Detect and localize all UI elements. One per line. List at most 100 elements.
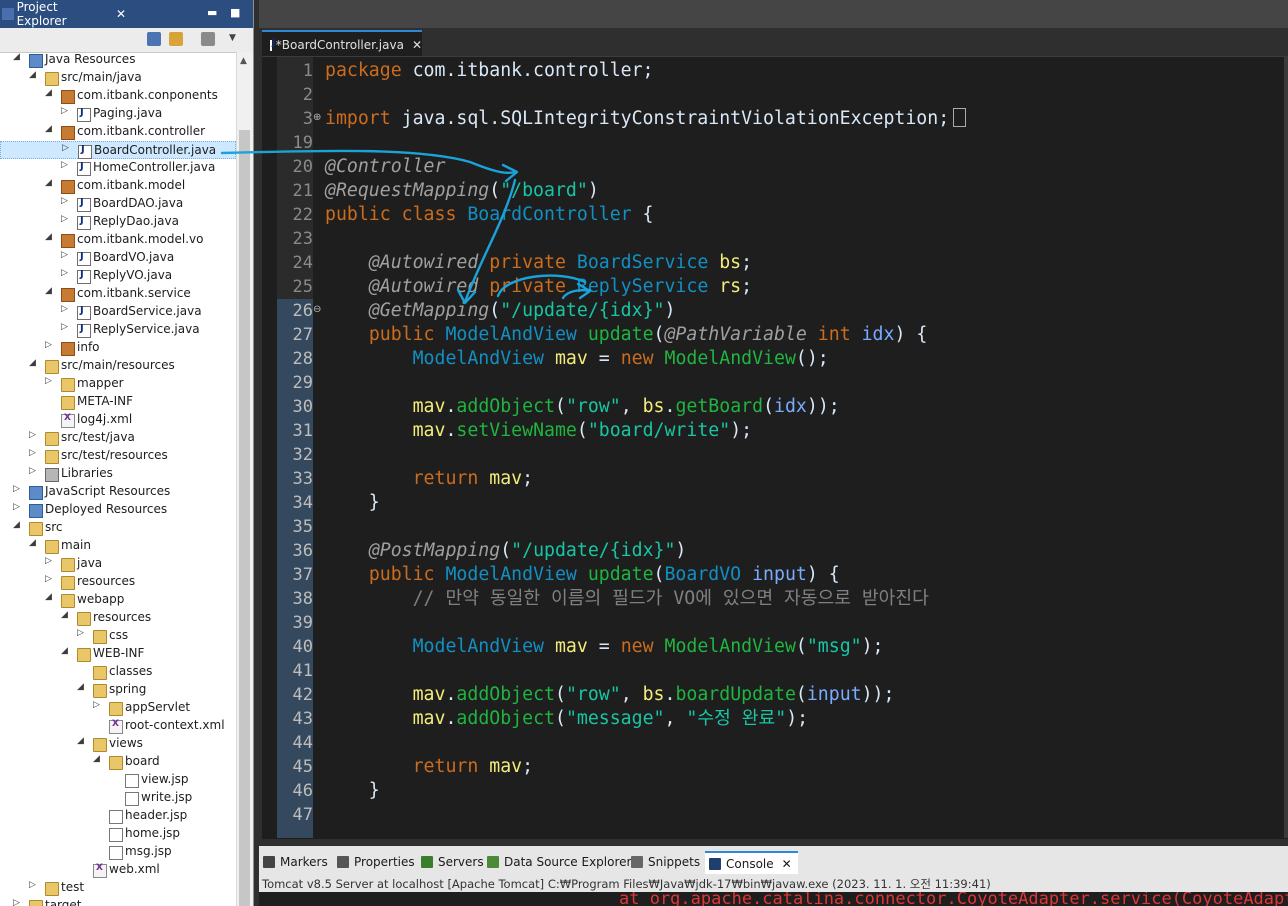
tree-item[interactable]: msg.jsp bbox=[0, 843, 236, 861]
tree-item[interactable]: ▷ JavaScript Resources bbox=[0, 483, 236, 501]
tree-item[interactable]: view.jsp bbox=[0, 771, 236, 789]
expanded-arrow-icon[interactable]: ◢ bbox=[45, 124, 55, 134]
tree-item[interactable]: ▷ resources bbox=[0, 573, 236, 591]
expanded-arrow-icon[interactable]: ◢ bbox=[29, 358, 39, 368]
tab-data-source-explorer[interactable]: Data Source Explorer bbox=[487, 853, 631, 871]
code-line[interactable]: @GetMapping("/update/{idx}") bbox=[325, 299, 676, 323]
expanded-arrow-icon[interactable]: ◢ bbox=[77, 682, 87, 692]
collapsed-arrow-icon[interactable]: ▷ bbox=[29, 466, 39, 476]
tree-item[interactable]: ▷ ReplyService.java bbox=[0, 321, 236, 339]
tab-snippets[interactable]: Snippets bbox=[631, 853, 700, 871]
expanded-arrow-icon[interactable]: ◢ bbox=[29, 70, 39, 80]
tree-item[interactable]: ◢ com.itbank.model.vo bbox=[0, 231, 236, 249]
scroll-up-icon[interactable]: ▲ bbox=[240, 56, 247, 66]
tree-item[interactable]: ◢ src/main/resources bbox=[0, 357, 236, 375]
tree-item[interactable]: classes bbox=[0, 663, 236, 681]
expanded-arrow-icon[interactable]: ◢ bbox=[45, 178, 55, 188]
tree-item[interactable]: ▷ src/test/java bbox=[0, 429, 236, 447]
code-line[interactable]: @RequestMapping("/board") bbox=[325, 179, 599, 203]
collapse-all-icon[interactable] bbox=[147, 32, 161, 46]
expanded-arrow-icon[interactable]: ◢ bbox=[93, 754, 103, 764]
code-line[interactable]: } bbox=[325, 779, 380, 803]
tree-item[interactable]: home.jsp bbox=[0, 825, 236, 843]
collapsed-arrow-icon[interactable]: ▷ bbox=[61, 106, 71, 116]
code-line[interactable]: return mav; bbox=[325, 467, 533, 491]
code-line[interactable]: ModelAndView mav = new ModelAndView(); bbox=[325, 347, 829, 371]
code-line[interactable]: mav.setViewName("board/write"); bbox=[325, 419, 752, 443]
code-line[interactable]: ModelAndView mav = new ModelAndView("msg… bbox=[325, 635, 884, 659]
close-icon[interactable]: ✕ bbox=[782, 857, 792, 871]
collapsed-arrow-icon[interactable]: ▷ bbox=[93, 700, 103, 710]
tree-item[interactable]: ◢ src bbox=[0, 519, 236, 537]
filter-icon[interactable] bbox=[201, 32, 215, 46]
collapsed-arrow-icon[interactable]: ▷ bbox=[45, 556, 55, 566]
tree-item[interactable]: ◢ Java Resources bbox=[0, 51, 236, 69]
tree-item[interactable]: ◢ com.itbank.service bbox=[0, 285, 236, 303]
tree-item[interactable]: ▷ ReplyDao.java bbox=[0, 213, 236, 231]
code-line[interactable]: @PostMapping("/update/{idx}") bbox=[325, 539, 687, 563]
collapsed-arrow-icon[interactable]: ▷ bbox=[45, 376, 55, 386]
tree-item[interactable]: ▷ BoardVO.java bbox=[0, 249, 236, 267]
code-line[interactable]: } bbox=[325, 491, 380, 515]
collapsed-arrow-icon[interactable]: ▷ bbox=[62, 143, 72, 153]
close-icon[interactable]: ✕ bbox=[116, 7, 126, 21]
expanded-arrow-icon[interactable]: ◢ bbox=[29, 538, 39, 548]
expanded-arrow-icon[interactable]: ◢ bbox=[45, 592, 55, 602]
tree-item[interactable]: ◢ WEB-INF bbox=[0, 645, 236, 663]
tree-item[interactable]: ◢ views bbox=[0, 735, 236, 753]
tree-item[interactable]: header.jsp bbox=[0, 807, 236, 825]
collapsed-arrow-icon[interactable]: ▷ bbox=[61, 196, 71, 206]
tree-item[interactable]: ▷ BoardDAO.java bbox=[0, 195, 236, 213]
expanded-arrow-icon[interactable]: ◢ bbox=[45, 88, 55, 98]
code-line[interactable]: mav.addObject("message", "수정 완료"); bbox=[325, 707, 808, 731]
collapsed-arrow-icon[interactable]: ▷ bbox=[29, 880, 39, 890]
tree-item[interactable]: ◢ board bbox=[0, 753, 236, 771]
fold-expand-icon[interactable]: ⊕ bbox=[313, 112, 321, 123]
collapsed-arrow-icon[interactable]: ▷ bbox=[61, 268, 71, 278]
tree-item[interactable]: log4j.xml bbox=[0, 411, 236, 429]
tree-item[interactable]: ◢ spring bbox=[0, 681, 236, 699]
collapsed-arrow-icon[interactable]: ▷ bbox=[77, 628, 87, 638]
editor-tab-boardcontroller[interactable]: *BoardController.java ✕ bbox=[262, 30, 422, 58]
code-line[interactable]: public ModelAndView update(@PathVariable… bbox=[325, 323, 928, 347]
tree-item[interactable]: ▷ java bbox=[0, 555, 236, 573]
code-line[interactable]: mav.addObject("row", bs.getBoard(idx)); bbox=[325, 395, 840, 419]
collapsed-arrow-icon[interactable]: ▷ bbox=[13, 484, 23, 494]
collapsed-arrow-icon[interactable]: ▷ bbox=[61, 304, 71, 314]
collapsed-imports-box[interactable] bbox=[953, 108, 967, 127]
link-with-editor-icon[interactable] bbox=[169, 32, 183, 46]
tree-item[interactable]: ▷ BoardController.java bbox=[0, 141, 236, 159]
tree-item[interactable]: ▷ HomeController.java bbox=[0, 159, 236, 177]
collapsed-arrow-icon[interactable]: ▷ bbox=[61, 322, 71, 332]
expanded-arrow-icon[interactable]: ◢ bbox=[45, 232, 55, 242]
tree-item[interactable]: ▷ BoardService.java bbox=[0, 303, 236, 321]
tab-servers[interactable]: Servers bbox=[421, 853, 484, 871]
code-line[interactable]: // 만약 동일한 이름의 필드가 VO에 있으면 자동으로 받아진다 bbox=[325, 587, 929, 611]
tree-item[interactable]: ▷ Libraries bbox=[0, 465, 236, 483]
collapsed-arrow-icon[interactable]: ▷ bbox=[29, 430, 39, 440]
tree-item[interactable]: write.jsp bbox=[0, 789, 236, 807]
tree-item[interactable]: META-INF bbox=[0, 393, 236, 411]
tree-item[interactable]: root-context.xml bbox=[0, 717, 236, 735]
tree-item[interactable]: ▷ Paging.java bbox=[0, 105, 236, 123]
expanded-arrow-icon[interactable]: ◢ bbox=[77, 736, 87, 746]
explorer-scrollbar-thumb[interactable] bbox=[239, 130, 250, 906]
tree-item[interactable]: ▷ target bbox=[0, 897, 236, 906]
collapsed-arrow-icon[interactable]: ▷ bbox=[13, 898, 23, 906]
tree-item[interactable]: ▷ appServlet bbox=[0, 699, 236, 717]
expanded-arrow-icon[interactable]: ◢ bbox=[61, 610, 71, 620]
view-menu-icon[interactable]: ▼ bbox=[229, 33, 243, 47]
expanded-arrow-icon[interactable]: ◢ bbox=[61, 646, 71, 656]
tree-item[interactable]: ◢ main bbox=[0, 537, 236, 555]
close-icon[interactable]: ✕ bbox=[412, 38, 422, 52]
tree-item[interactable]: web.xml bbox=[0, 861, 236, 879]
expanded-arrow-icon[interactable]: ◢ bbox=[13, 520, 23, 530]
collapsed-arrow-icon[interactable]: ▷ bbox=[45, 574, 55, 584]
tree-item[interactable]: ◢ resources bbox=[0, 609, 236, 627]
expanded-arrow-icon[interactable]: ◢ bbox=[45, 286, 55, 296]
code-line[interactable]: mav.addObject("row", bs.boardUpdate(inpu… bbox=[325, 683, 895, 707]
project-explorer-tab[interactable]: Project Explorer ✕ bbox=[0, 0, 126, 28]
tab-markers[interactable]: Markers bbox=[263, 853, 328, 871]
collapsed-arrow-icon[interactable]: ▷ bbox=[61, 214, 71, 224]
tree-item[interactable]: ◢ src/main/java bbox=[0, 69, 236, 87]
